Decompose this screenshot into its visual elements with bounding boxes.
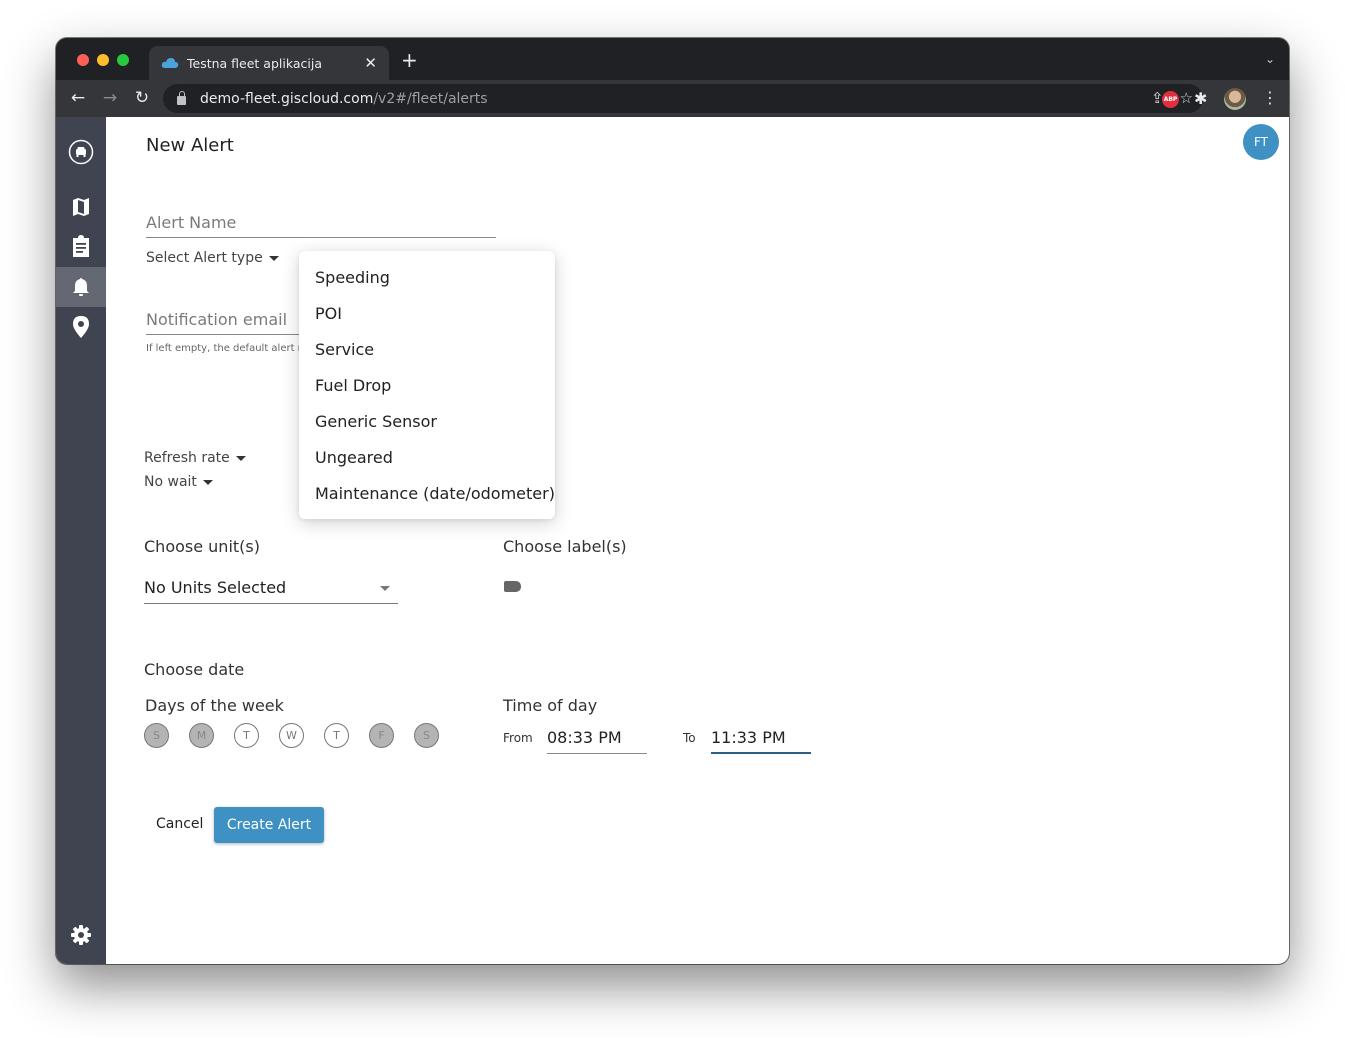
- wait-label: No wait: [144, 474, 197, 490]
- day-toggle[interactable]: S: [414, 723, 439, 748]
- tab-list-chevron-icon[interactable]: ⌄: [1265, 52, 1275, 66]
- browser-tab[interactable]: Testna fleet aplikacija ✕: [149, 46, 389, 80]
- tab-title: Testna fleet aplikacija: [187, 55, 322, 71]
- days-heading: Days of the week: [145, 696, 284, 715]
- alert-type-dropdown-menu: Speeding POI Service Fuel Drop Generic Senso…: [299, 251, 555, 519]
- alert-name-placeholder: Alert Name: [146, 213, 237, 232]
- dropdown-option[interactable]: Service: [299, 331, 555, 367]
- caret-down-icon: [202, 479, 213, 485]
- profile-avatar[interactable]: [1224, 88, 1246, 110]
- labels-heading: Choose label(s): [503, 537, 627, 556]
- browser-window: Testna fleet aplikacija ✕ + ⌄ ← → ↻ demo…: [56, 38, 1289, 964]
- forward-arrow-icon[interactable]: →: [100, 88, 120, 108]
- new-tab-button[interactable]: +: [401, 50, 418, 70]
- caret-down-icon: [268, 255, 279, 261]
- dropdown-option[interactable]: Maintenance (date/odometer): [299, 475, 555, 511]
- caret-down-icon: [380, 586, 390, 591]
- dropdown-option[interactable]: Fuel Drop: [299, 367, 555, 403]
- to-time-input[interactable]: 11:33 PM: [711, 726, 811, 754]
- sidebar-item-vehicles[interactable]: [56, 132, 106, 172]
- gear-icon: [71, 925, 91, 945]
- units-select[interactable]: No Units Selected: [144, 572, 398, 604]
- date-heading: Choose date: [144, 660, 245, 679]
- adblock-extension-icon[interactable]: ABP: [1162, 91, 1179, 108]
- sidebar-item-alerts[interactable]: [56, 267, 106, 307]
- create-alert-button[interactable]: Create Alert: [214, 807, 324, 843]
- alert-type-label: Select Alert type: [146, 250, 263, 266]
- tab-strip: Testna fleet aplikacija ✕ + ⌄: [56, 38, 1289, 80]
- close-window-button[interactable]: [77, 54, 89, 66]
- alert-name-underline: [146, 237, 496, 238]
- main-content: FT New Alert Alert Name Select Alert typ…: [106, 117, 1289, 964]
- sidebar-item-settings[interactable]: [56, 915, 106, 955]
- sidebar-item-places[interactable]: [56, 307, 106, 347]
- map-icon: [73, 198, 89, 216]
- dropdown-option[interactable]: Ungeared: [299, 439, 555, 475]
- sidebar: [56, 117, 106, 964]
- app-area: FT New Alert Alert Name Select Alert typ…: [56, 117, 1289, 964]
- cancel-button[interactable]: Cancel: [156, 814, 203, 834]
- dropdown-option[interactable]: POI: [299, 295, 555, 331]
- maximize-window-button[interactable]: [117, 54, 129, 66]
- sidebar-item-map[interactable]: [56, 187, 106, 227]
- dropdown-option[interactable]: Speeding: [299, 259, 555, 295]
- bell-icon: [73, 278, 89, 296]
- lock-icon: [177, 90, 186, 105]
- day-toggle[interactable]: T: [324, 723, 349, 748]
- clipboard-icon: [73, 235, 89, 257]
- browser-menu-icon[interactable]: ⋮: [1262, 88, 1278, 107]
- back-arrow-icon[interactable]: ←: [68, 88, 88, 108]
- day-toggle[interactable]: F: [369, 723, 394, 748]
- bookmark-star-icon[interactable]: ☆: [1180, 89, 1193, 107]
- caret-down-icon: [235, 455, 246, 461]
- from-label: From: [503, 731, 533, 745]
- notification-email-helper: If left empty, the default alert nar: [146, 343, 315, 354]
- extensions-puzzle-icon[interactable]: ✱: [1194, 89, 1207, 108]
- address-bar[interactable]: demo-fleet.giscloud.com /v2#/fleet/alert…: [163, 84, 1203, 113]
- browser-toolbar: ← → ↻ demo-fleet.giscloud.com /v2#/fleet…: [56, 80, 1289, 117]
- to-label: To: [683, 731, 696, 745]
- from-time-input[interactable]: 08:33 PM: [547, 726, 647, 754]
- notification-email-placeholder: Notification email: [146, 310, 288, 329]
- day-toggle[interactable]: M: [189, 723, 214, 748]
- dropdown-option[interactable]: Generic Sensor: [299, 403, 555, 439]
- car-circle-icon: [68, 139, 94, 165]
- units-heading: Choose unit(s): [144, 537, 260, 556]
- day-toggle[interactable]: S: [144, 723, 169, 748]
- day-toggle[interactable]: W: [279, 723, 304, 748]
- minimize-window-button[interactable]: [97, 54, 109, 66]
- sidebar-item-reports[interactable]: [56, 226, 106, 266]
- day-toggle[interactable]: T: [234, 723, 259, 748]
- days-of-week: SMTWTFS: [144, 723, 439, 748]
- time-heading: Time of day: [503, 696, 598, 715]
- label-tag-icon[interactable]: [504, 581, 521, 592]
- wait-select[interactable]: No wait: [144, 474, 213, 490]
- tab-close-icon[interactable]: ✕: [364, 54, 377, 72]
- page-title: New Alert: [146, 135, 234, 156]
- refresh-rate-label: Refresh rate: [144, 450, 230, 466]
- reload-icon[interactable]: ↻: [132, 88, 152, 108]
- user-avatar[interactable]: FT: [1243, 124, 1279, 160]
- url-path: /v2#/fleet/alerts: [373, 90, 488, 107]
- units-value: No Units Selected: [144, 578, 287, 597]
- giscloud-favicon-icon: [161, 58, 179, 68]
- url-host: demo-fleet.giscloud.com: [200, 90, 374, 107]
- location-pin-icon: [73, 316, 89, 338]
- refresh-rate-select[interactable]: Refresh rate: [144, 450, 246, 466]
- alert-type-select[interactable]: Select Alert type: [146, 250, 279, 266]
